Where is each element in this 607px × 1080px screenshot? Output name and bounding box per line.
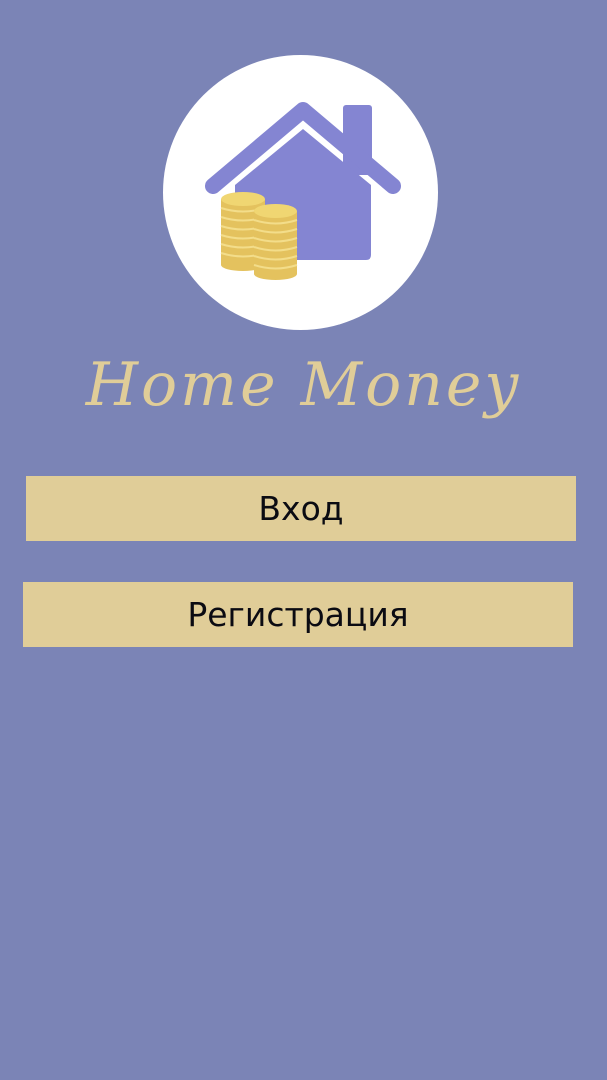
app-title: Home Money <box>85 350 522 420</box>
login-button-label: Вход <box>258 489 344 528</box>
login-button[interactable]: Вход <box>26 476 576 541</box>
register-button[interactable]: Регистрация <box>23 582 573 647</box>
house-with-coins-icon <box>163 55 438 330</box>
register-button-label: Регистрация <box>187 595 409 634</box>
app-logo <box>163 55 438 330</box>
